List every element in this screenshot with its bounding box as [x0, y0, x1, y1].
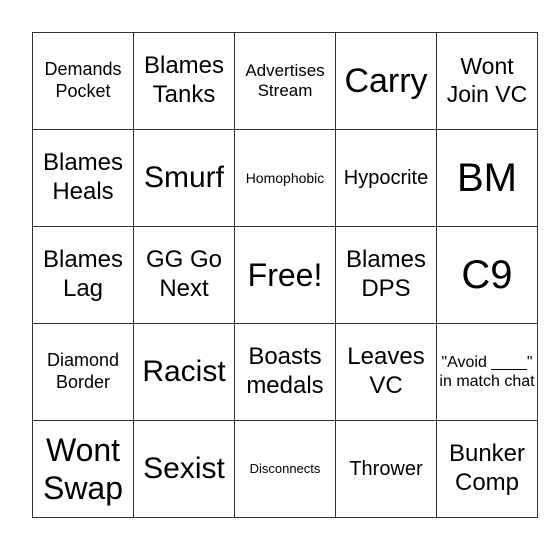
- bingo-cell[interactable]: Wont Join VC: [436, 32, 538, 130]
- bingo-cell[interactable]: Demands Pocket: [32, 32, 134, 130]
- bingo-cell[interactable]: Blames Tanks: [133, 32, 235, 130]
- bingo-row: Blames Lag GG Go Next Free! Blames DPS C9: [32, 226, 538, 324]
- bingo-row: Demands Pocket Blames Tanks Advertises Str…: [32, 32, 538, 130]
- bingo-cell[interactable]: Blames Heals: [32, 129, 134, 227]
- bingo-row: Blames Heals Smurf Homophobic Hypocrite BM: [32, 129, 538, 227]
- bingo-cell[interactable]: Disconnects: [234, 420, 336, 518]
- bingo-cell[interactable]: Advertises Stream: [234, 32, 336, 130]
- bingo-cell[interactable]: Blames DPS: [335, 226, 437, 324]
- bingo-cell[interactable]: Racist: [133, 323, 235, 421]
- free-space-cell[interactable]: Free!: [234, 226, 336, 324]
- bingo-cell[interactable]: Leaves VC: [335, 323, 437, 421]
- bingo-cell[interactable]: Smurf: [133, 129, 235, 227]
- bingo-cell[interactable]: GG Go Next: [133, 226, 235, 324]
- bingo-cell[interactable]: Homophobic: [234, 129, 336, 227]
- bingo-cell[interactable]: Thrower: [335, 420, 437, 518]
- bingo-cell[interactable]: Blames Lag: [32, 226, 134, 324]
- bingo-cell[interactable]: Boasts medals: [234, 323, 336, 421]
- bingo-cell[interactable]: Diamond Border: [32, 323, 134, 421]
- bingo-cell[interactable]: BM: [436, 129, 538, 227]
- bingo-cell[interactable]: Bunker Comp: [436, 420, 538, 518]
- bingo-cell[interactable]: "Avoid ____" in match chat: [436, 323, 538, 421]
- bingo-cell[interactable]: Hypocrite: [335, 129, 437, 227]
- bingo-cell[interactable]: Carry: [335, 32, 437, 130]
- bingo-cell[interactable]: Sexist: [133, 420, 235, 518]
- bingo-grid: Demands Pocket Blames Tanks Advertises Str…: [32, 32, 538, 518]
- bingo-row: Diamond Border Racist Boasts medals Leaves …: [32, 323, 538, 421]
- bingo-cell[interactable]: Wont Swap: [32, 420, 134, 518]
- bingo-row: Wont Swap Sexist Disconnects Thrower Bunker …: [32, 420, 538, 518]
- bingo-cell[interactable]: C9: [436, 226, 538, 324]
